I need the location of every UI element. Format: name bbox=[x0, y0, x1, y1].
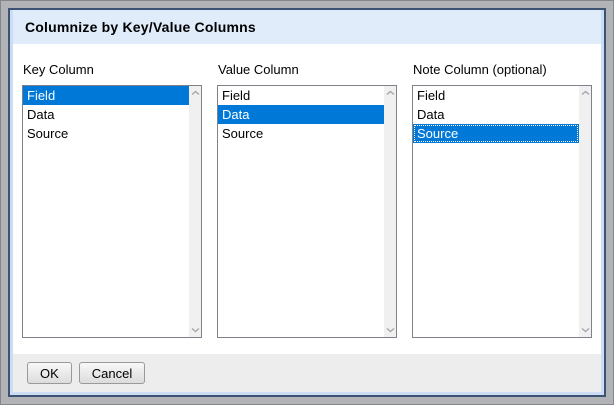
chevron-down-icon[interactable] bbox=[386, 327, 395, 333]
scrollbar[interactable] bbox=[189, 86, 201, 337]
scrollbar[interactable] bbox=[384, 86, 396, 337]
list-item[interactable]: Source bbox=[23, 124, 189, 143]
cancel-button[interactable]: Cancel bbox=[79, 362, 145, 384]
chevron-down-icon[interactable] bbox=[191, 327, 200, 333]
note-column-label: Note Column (optional) bbox=[413, 62, 592, 77]
key-column-label: Key Column bbox=[23, 62, 202, 77]
list-item[interactable]: Data bbox=[218, 105, 384, 124]
dialog-header: Columnize by Key/Value Columns bbox=[13, 10, 601, 44]
list-items: FieldDataSource bbox=[23, 86, 189, 143]
columnize-dialog: Columnize by Key/Value Columns Key Colum… bbox=[8, 8, 606, 397]
list-item[interactable]: Field bbox=[23, 86, 189, 105]
value-column-group: Value Column FieldDataSource bbox=[217, 62, 397, 338]
list-item[interactable]: Field bbox=[218, 86, 384, 105]
key-column-group: Key Column FieldDataSource bbox=[22, 62, 202, 338]
dialog-body: Key Column FieldDataSource Value Column bbox=[13, 44, 601, 354]
key-column-listbox[interactable]: FieldDataSource bbox=[22, 85, 202, 338]
note-column-group: Note Column (optional) FieldDataSource bbox=[412, 62, 592, 338]
dialog-title: Columnize by Key/Value Columns bbox=[25, 19, 256, 35]
list-item[interactable]: Source bbox=[218, 124, 384, 143]
scrollbar[interactable] bbox=[579, 86, 591, 337]
value-column-label: Value Column bbox=[218, 62, 397, 77]
ok-button[interactable]: OK bbox=[27, 362, 72, 384]
list-items: FieldDataSource bbox=[218, 86, 384, 143]
list-item[interactable]: Data bbox=[23, 105, 189, 124]
chevron-up-icon[interactable] bbox=[581, 90, 590, 96]
list-item[interactable]: Source bbox=[413, 124, 579, 143]
list-item[interactable]: Field bbox=[413, 86, 579, 105]
chevron-up-icon[interactable] bbox=[191, 90, 200, 96]
value-column-listbox[interactable]: FieldDataSource bbox=[217, 85, 397, 338]
list-item[interactable]: Data bbox=[413, 105, 579, 124]
chevron-up-icon[interactable] bbox=[386, 90, 395, 96]
note-column-listbox[interactable]: FieldDataSource bbox=[412, 85, 592, 338]
window-frame: Columnize by Key/Value Columns Key Colum… bbox=[0, 0, 614, 405]
chevron-down-icon[interactable] bbox=[581, 327, 590, 333]
dialog-footer: OK Cancel bbox=[13, 354, 601, 392]
list-items: FieldDataSource bbox=[413, 86, 579, 143]
